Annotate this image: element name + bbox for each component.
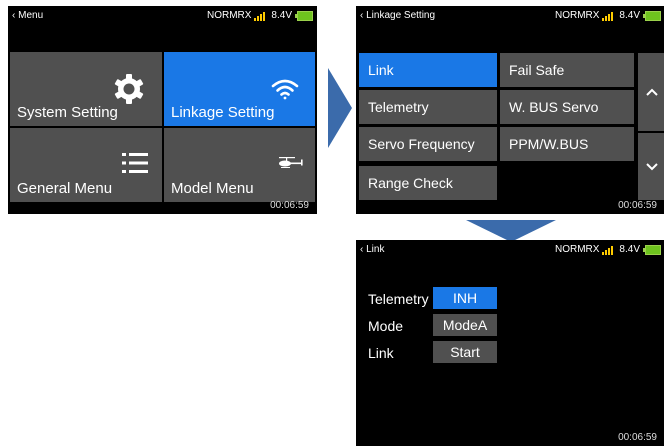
linkage-screen: ‹ Linkage Setting NORMRX 8.4V Link Telem… [356,6,664,214]
menu-item-range-check[interactable]: Range Check [359,166,497,200]
battery-icon [643,11,661,21]
clock: 00:06:59 [618,200,657,211]
rx-mode: NORMRX [554,10,600,21]
battery-icon [643,245,661,255]
back-label: Linkage Setting [366,10,436,21]
tile-label: System Setting [17,104,118,121]
status-bar: ‹ Link NORMRX 8.4V [356,240,664,260]
menu-item-fail-safe[interactable]: Fail Safe [500,53,634,87]
voltage: 8.4V [619,244,640,255]
tile-label: General Menu [17,180,113,197]
scroll-down-button[interactable] [638,133,664,200]
list-icon [122,150,148,180]
menu-screen: ‹ Menu NORMRX 8.4V System Setting Linkag… [8,6,317,214]
tile-label: Linkage Setting [171,104,275,121]
wifi-icon [271,78,299,104]
scroll-up-button[interactable] [638,53,664,131]
back-label: Link [366,244,385,255]
signal-icon [602,11,614,21]
rx-mode: NORMRX [206,10,252,21]
back-button[interactable]: ‹ Menu [12,6,43,26]
tile-model-menu[interactable]: Model Menu [164,128,315,202]
flow-arrow-down [466,220,556,242]
status-bar: ‹ Menu NORMRX 8.4V [8,6,317,26]
signal-icon [254,11,266,21]
voltage: 8.4V [619,10,640,21]
menu-item-link[interactable]: Link [359,53,497,87]
link-label: Link [368,345,394,361]
menu-item-ppm-wbus[interactable]: PPM/W.BUS [500,127,634,161]
battery-icon [295,11,313,21]
voltage: 8.4V [271,10,292,21]
menu-item-telemetry[interactable]: Telemetry [359,90,497,124]
menu-item-servo-frequency[interactable]: Servo Frequency [359,127,497,161]
back-label: Menu [18,10,44,21]
back-button[interactable]: ‹ Link [360,240,384,260]
chevron-up-icon [645,88,658,96]
telemetry-label: Telemetry [368,291,429,307]
signal-icon [602,245,614,255]
mode-label: Mode [368,318,404,334]
tile-label: Model Menu [171,180,254,197]
helicopter-icon [277,156,305,174]
status-bar: ‹ Linkage Setting NORMRX 8.4V [356,6,664,26]
mode-value-button[interactable]: ModeA [433,314,497,336]
back-button[interactable]: ‹ Linkage Setting [360,6,435,26]
chevron-down-icon [645,162,658,170]
flow-arrow-right [328,68,352,148]
tile-general-menu[interactable]: General Menu [10,128,162,202]
telemetry-value-button[interactable]: INH [433,287,497,309]
link-start-button[interactable]: Start [433,341,497,363]
clock: 00:06:59 [270,200,309,211]
tile-linkage-setting[interactable]: Linkage Setting [164,52,315,126]
tile-system-setting[interactable]: System Setting [10,52,162,126]
clock: 00:06:59 [618,432,657,443]
gear-icon [114,74,144,108]
rx-mode: NORMRX [554,244,600,255]
link-screen: ‹ Link NORMRX 8.4V Telemetry INH Mode Mo… [356,240,664,446]
menu-item-wbus-servo[interactable]: W. BUS Servo [500,90,634,124]
